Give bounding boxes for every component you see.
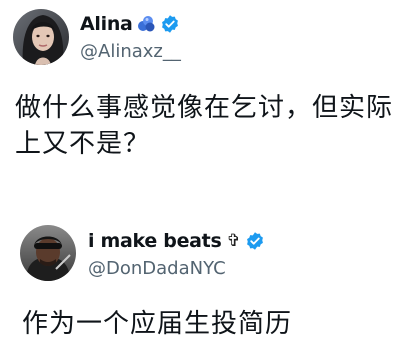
avatar-alina[interactable] [13,9,69,65]
tweet-dondada[interactable]: i make beats ✞ @DonDadaNYC 作为一个应届生投简历 [0,214,400,358]
handle[interactable]: @DonDadaNYC [88,258,226,279]
handle[interactable]: @Alinaxz__ [80,41,181,62]
verified-badge-icon [160,14,180,34]
tweet-text-line: 做什么事感觉像在乞讨，但实际 [15,93,394,123]
display-name[interactable]: i make beats [88,230,222,252]
balloon-emoji-icon [136,14,156,34]
tweet-text-line: 上又不是？ [15,129,151,159]
tweet-text-line: 作为一个应届生投简历 [22,309,293,339]
cross-symbol: ✞ [226,230,241,251]
tweet-text: 做什么事感觉像在乞讨，但实际 上又不是？ [15,90,395,162]
name-row: Alina [80,13,180,35]
avatar-dondada[interactable] [20,225,76,281]
tweet-alina[interactable]: Alina @Alinaxz__ 做什么事感觉像在乞讨，但实际 上又不是？ [0,0,400,175]
name-row: i make beats ✞ [88,230,265,252]
tweet-text: 作为一个应届生投简历 [22,306,392,342]
display-name[interactable]: Alina [80,13,133,35]
verified-badge-icon [245,231,265,251]
